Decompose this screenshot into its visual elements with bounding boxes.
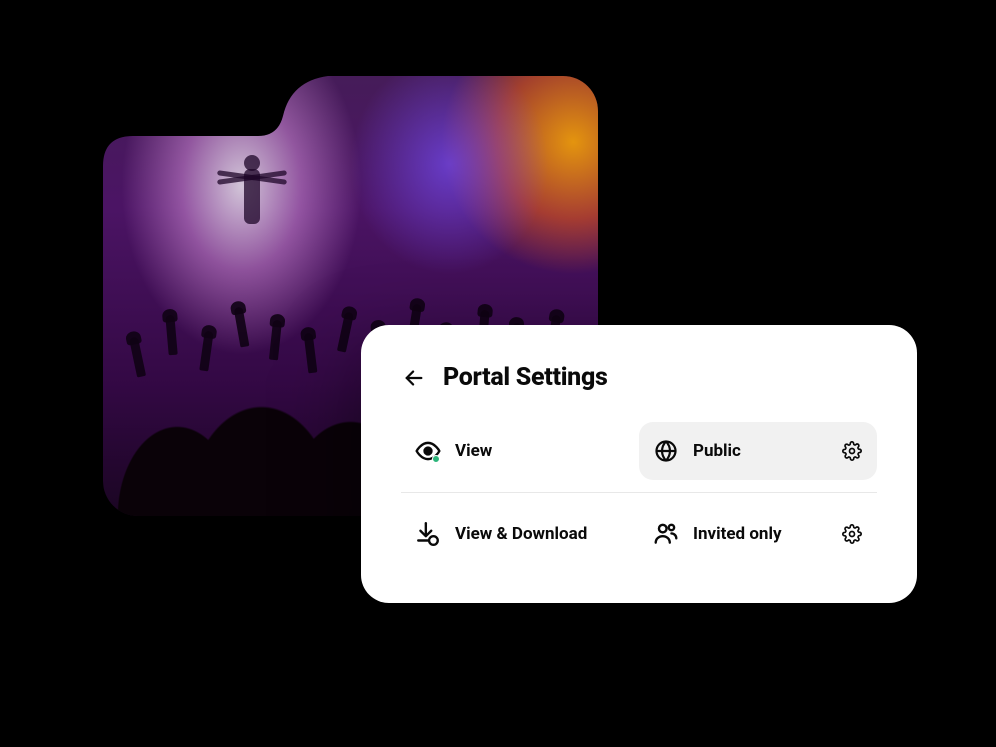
download-icon: [415, 521, 441, 547]
arrow-left-icon: [403, 367, 425, 389]
permission-view-download[interactable]: View & Download: [401, 505, 639, 563]
performer-silhouette: [217, 155, 287, 250]
card-title: Portal Settings: [443, 363, 608, 392]
permission-view[interactable]: View: [401, 422, 639, 480]
globe-icon: [653, 438, 679, 464]
public-settings-button[interactable]: [841, 440, 863, 462]
portal-settings-card: Portal Settings View Public: [361, 325, 917, 603]
permission-view-download-label: View & Download: [455, 524, 625, 544]
visibility-public[interactable]: Public: [639, 422, 877, 480]
card-header: Portal Settings: [401, 363, 877, 392]
back-button[interactable]: [401, 365, 427, 391]
visibility-invited-only-label: Invited only: [693, 524, 827, 544]
users-icon: [653, 521, 679, 547]
gear-icon: [842, 441, 862, 461]
permission-view-label: View: [455, 441, 625, 461]
visibility-public-label: Public: [693, 441, 827, 461]
eye-icon: [415, 438, 441, 464]
visibility-invited-only[interactable]: Invited only: [639, 505, 877, 563]
settings-grid: View Public: [401, 422, 877, 563]
divider: [401, 492, 877, 493]
invited-settings-button[interactable]: [841, 523, 863, 545]
gear-icon: [842, 524, 862, 544]
